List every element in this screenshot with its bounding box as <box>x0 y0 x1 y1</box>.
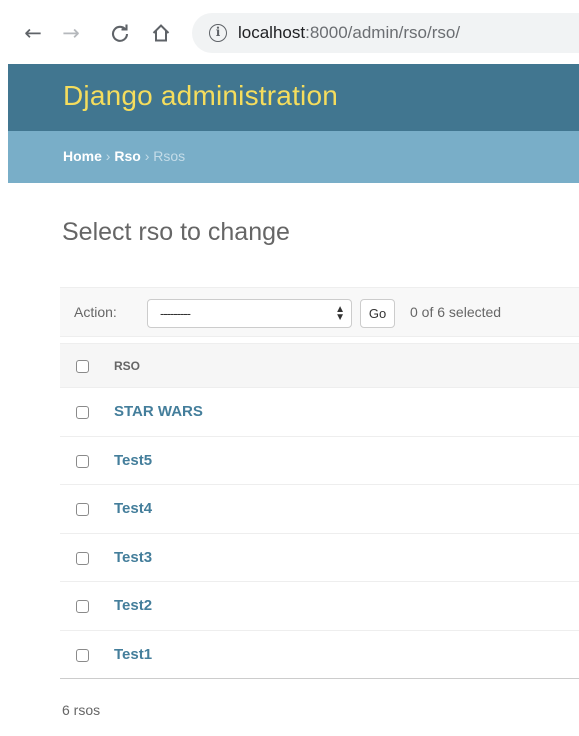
reload-icon[interactable] <box>107 18 133 48</box>
row-checkbox[interactable] <box>76 600 89 613</box>
row-checkbox[interactable] <box>76 648 89 662</box>
url-path: :8000/admin/rso/rso/ <box>305 23 461 42</box>
breadcrumb-home-link[interactable]: Home <box>63 148 102 164</box>
site-header: Django administration <box>8 64 579 131</box>
browser-toolbar: ← → i localhost:8000/admin/rso/rso/ <box>0 0 579 64</box>
breadcrumb-app-link[interactable]: Rso <box>114 148 140 164</box>
result-count: 6 rsos <box>62 702 101 718</box>
table-row: Test3 <box>60 533 579 582</box>
results-table: RSO STAR WARS Test5 Test4 Test3 Test2 Te… <box>60 343 579 679</box>
table-header-row: RSO <box>60 343 579 388</box>
url-text[interactable]: localhost:8000/admin/rso/rso/ <box>238 23 460 43</box>
row-checkbox[interactable] <box>76 454 89 468</box>
row-checkbox[interactable] <box>76 503 89 516</box>
row-link[interactable]: STAR WARS <box>114 403 203 420</box>
row-link[interactable]: Test3 <box>114 549 152 566</box>
table-row: Test1 <box>60 630 579 679</box>
action-select-value: --------- <box>160 306 191 321</box>
breadcrumb-current: Rsos <box>153 148 186 164</box>
select-arrows-icon: ▲ ▼ <box>335 304 345 323</box>
home-icon[interactable] <box>148 18 174 48</box>
table-row: Test5 <box>60 436 579 485</box>
home-icon-glyph <box>152 24 170 42</box>
row-link[interactable]: Test5 <box>114 452 152 469</box>
row-link[interactable]: Test1 <box>114 646 152 663</box>
actions-bar: Action: --------- ▲ ▼ Go 0 of 6 selected <box>60 287 579 337</box>
table-row: Test2 <box>60 582 579 631</box>
site-brand[interactable]: Django administration <box>63 80 338 112</box>
table-row: STAR WARS <box>60 388 579 437</box>
breadcrumb-separator: › <box>101 148 115 164</box>
table-row: Test4 <box>60 485 579 534</box>
breadcrumb: Home › Rso › Rsos <box>8 131 579 183</box>
go-button[interactable]: Go <box>360 299 395 328</box>
reload-icon-glyph <box>111 24 129 42</box>
back-arrow-icon[interactable]: ← <box>20 18 46 48</box>
action-label: Action: <box>74 304 117 320</box>
row-checkbox[interactable] <box>76 551 89 565</box>
column-header-rso[interactable]: RSO <box>114 359 140 373</box>
address-bar[interactable]: i localhost:8000/admin/rso/rso/ <box>192 13 579 53</box>
forward-arrow-icon[interactable]: → <box>58 18 84 48</box>
row-link[interactable]: Test2 <box>114 597 152 614</box>
row-checkbox[interactable] <box>76 406 89 419</box>
info-icon[interactable]: i <box>209 24 227 42</box>
page-title: Select rso to change <box>62 218 290 246</box>
url-host: localhost <box>238 23 306 42</box>
selected-count: 0 of 6 selected <box>410 304 502 320</box>
breadcrumb-separator: › <box>140 148 154 164</box>
action-select[interactable]: --------- ▲ ▼ <box>147 299 352 328</box>
select-all-checkbox[interactable] <box>76 360 89 373</box>
row-link[interactable]: Test4 <box>114 500 152 517</box>
